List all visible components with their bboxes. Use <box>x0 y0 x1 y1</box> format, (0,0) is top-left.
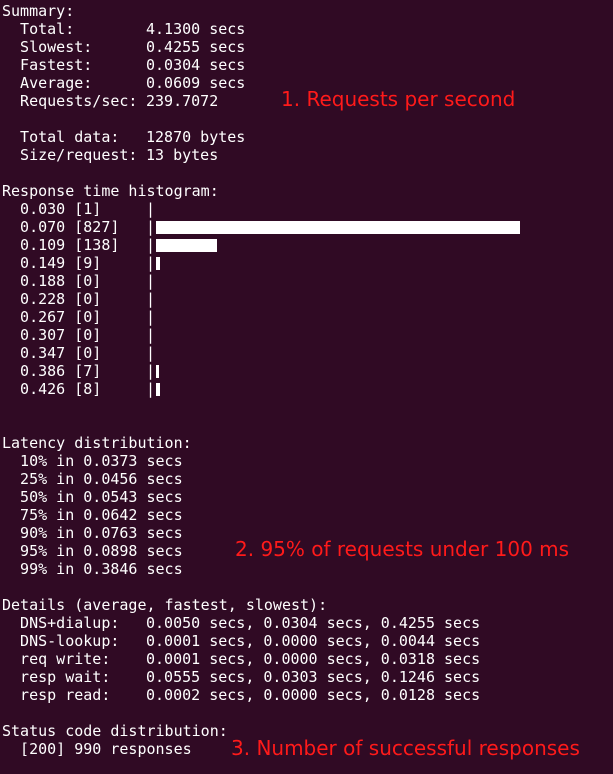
histogram-row-label: 0.149 [9] <box>2 254 102 272</box>
details-row: DNS-lookup: 0.0001 secs, 0.0000 secs, 0.… <box>2 632 480 650</box>
histogram-row-label: 0.070 [827] <box>2 218 120 236</box>
details-heading: Details (average, fastest, slowest): <box>2 596 328 614</box>
histogram-row: 0.109 [138] | <box>2 236 217 254</box>
histogram-row: 0.386 [7] | <box>2 362 159 380</box>
latency-row: 95% in 0.0898 secs <box>2 542 183 560</box>
histogram-row-label: 0.188 [0] <box>2 272 102 290</box>
details-row-values: 0.0555 secs, 0.0303 secs, 0.1246 secs <box>146 668 481 686</box>
latency-heading: Latency distribution: <box>2 434 192 452</box>
details-row-label: DNS+dialup: <box>2 614 120 632</box>
details-row: resp wait: 0.0555 secs, 0.0303 secs, 0.1… <box>2 668 480 686</box>
histogram-row-label: 0.386 [7] <box>2 362 102 380</box>
details-row-label: resp read: <box>2 686 111 704</box>
summary-size-label: Size/request: <box>2 146 138 164</box>
histogram-separator: | <box>146 218 156 236</box>
annotation-rps: 1. Requests per second <box>281 87 516 111</box>
latency-row: 10% in 0.0373 secs <box>2 452 183 470</box>
histogram-row-label: 0.109 [138] <box>2 236 120 254</box>
details-row: DNS+dialup: 0.0050 secs, 0.0304 secs, 0.… <box>2 614 480 632</box>
latency-row: 90% in 0.0763 secs <box>2 524 183 542</box>
histogram-separator: | <box>146 380 156 398</box>
summary-fastest-row: Fastest: 0.0304 secs <box>2 56 245 74</box>
summary-size-value: 13 bytes <box>146 146 219 164</box>
summary-total-row: Total: 4.1300 secs <box>2 20 245 38</box>
summary-average-label: Average: <box>2 74 93 92</box>
details-row-label: req write: <box>2 650 111 668</box>
annotation-success: 3. Number of successful responses <box>231 736 580 760</box>
status-row: [200] 990 responses <box>2 740 192 758</box>
summary-fastest-label: Fastest: <box>2 56 93 74</box>
summary-slowest-value: 0.4255 secs <box>146 38 246 56</box>
histogram-row: 0.426 [8] | <box>2 380 160 398</box>
details-row-values: 0.0002 secs, 0.0000 secs, 0.0128 secs <box>146 686 481 704</box>
summary-rps-value: 239.7072 <box>146 92 219 110</box>
histogram-separator: | <box>146 290 156 308</box>
histogram-row: 0.149 [9] | <box>2 254 160 272</box>
terminal-window[interactable]: Summary: Total: 4.1300 secs Slowest: 0.4… <box>0 0 613 774</box>
details-row-label: DNS-lookup: <box>2 632 120 650</box>
histogram-row: 0.228 [0] | <box>2 290 155 308</box>
latency-row: 75% in 0.0642 secs <box>2 506 183 524</box>
histogram-row: 0.267 [0] | <box>2 308 155 326</box>
summary-total-value: 4.1300 secs <box>146 20 246 38</box>
histogram-row: 0.070 [827] | <box>2 218 520 236</box>
histogram-separator: | <box>146 362 156 380</box>
histogram-bar <box>156 257 160 270</box>
summary-total-data-label: Total data: <box>2 128 120 146</box>
histogram-separator: | <box>146 272 156 290</box>
details-row-values: 0.0001 secs, 0.0000 secs, 0.0318 secs <box>146 650 481 668</box>
summary-size-row: Size/request: 13 bytes <box>2 146 218 164</box>
histogram-bar <box>156 239 217 252</box>
summary-total-data-value: 12870 bytes <box>146 128 246 146</box>
histogram-row-label: 0.267 [0] <box>2 308 102 326</box>
histogram-separator: | <box>146 326 156 344</box>
histogram-separator: | <box>146 344 156 362</box>
summary-average-value: 0.0609 secs <box>146 74 246 92</box>
latency-row: 25% in 0.0456 secs <box>2 470 183 488</box>
histogram-row-label: 0.307 [0] <box>2 326 102 344</box>
summary-slowest-row: Slowest: 0.4255 secs <box>2 38 245 56</box>
details-row-values: 0.0001 secs, 0.0000 secs, 0.0044 secs <box>146 632 481 650</box>
summary-total-label: Total: <box>2 20 75 38</box>
status-heading: Status code distribution: <box>2 722 228 740</box>
histogram-row-label: 0.228 [0] <box>2 290 102 308</box>
annotation-p95: 2. 95% of requests under 100 ms <box>235 537 570 561</box>
histogram-row-label: 0.426 [8] <box>2 380 102 398</box>
histogram-bar <box>156 221 520 234</box>
details-row-label: resp wait: <box>2 668 111 686</box>
histogram-bar <box>156 365 159 378</box>
details-row: req write: 0.0001 secs, 0.0000 secs, 0.0… <box>2 650 480 668</box>
histogram-separator: | <box>146 254 156 272</box>
summary-slowest-label: Slowest: <box>2 38 93 56</box>
summary-rps-label: Requests/sec: <box>2 92 138 110</box>
histogram-row: 0.030 [1] | <box>2 200 155 218</box>
histogram-row-label: 0.347 [0] <box>2 344 102 362</box>
summary-total-data-row: Total data: 12870 bytes <box>2 128 245 146</box>
summary-average-row: Average: 0.0609 secs <box>2 74 245 92</box>
summary-fastest-value: 0.0304 secs <box>146 56 246 74</box>
details-row-values: 0.0050 secs, 0.0304 secs, 0.4255 secs <box>146 614 481 632</box>
histogram-row-label: 0.030 [1] <box>2 200 102 218</box>
histogram-row: 0.347 [0] | <box>2 344 155 362</box>
latency-row: 50% in 0.0543 secs <box>2 488 183 506</box>
histogram-separator: | <box>146 236 156 254</box>
summary-rps-row: Requests/sec: 239.7072 <box>2 92 218 110</box>
histogram-bar <box>156 383 160 396</box>
summary-heading: Summary: <box>2 2 75 20</box>
histogram-separator: | <box>146 308 156 326</box>
histogram-row: 0.307 [0] | <box>2 326 155 344</box>
histogram-row: 0.188 [0] | <box>2 272 155 290</box>
details-row: resp read: 0.0002 secs, 0.0000 secs, 0.0… <box>2 686 480 704</box>
latency-row: 99% in 0.3846 secs <box>2 560 183 578</box>
histogram-heading: Response time histogram: <box>2 182 219 200</box>
histogram-separator: | <box>146 200 156 218</box>
